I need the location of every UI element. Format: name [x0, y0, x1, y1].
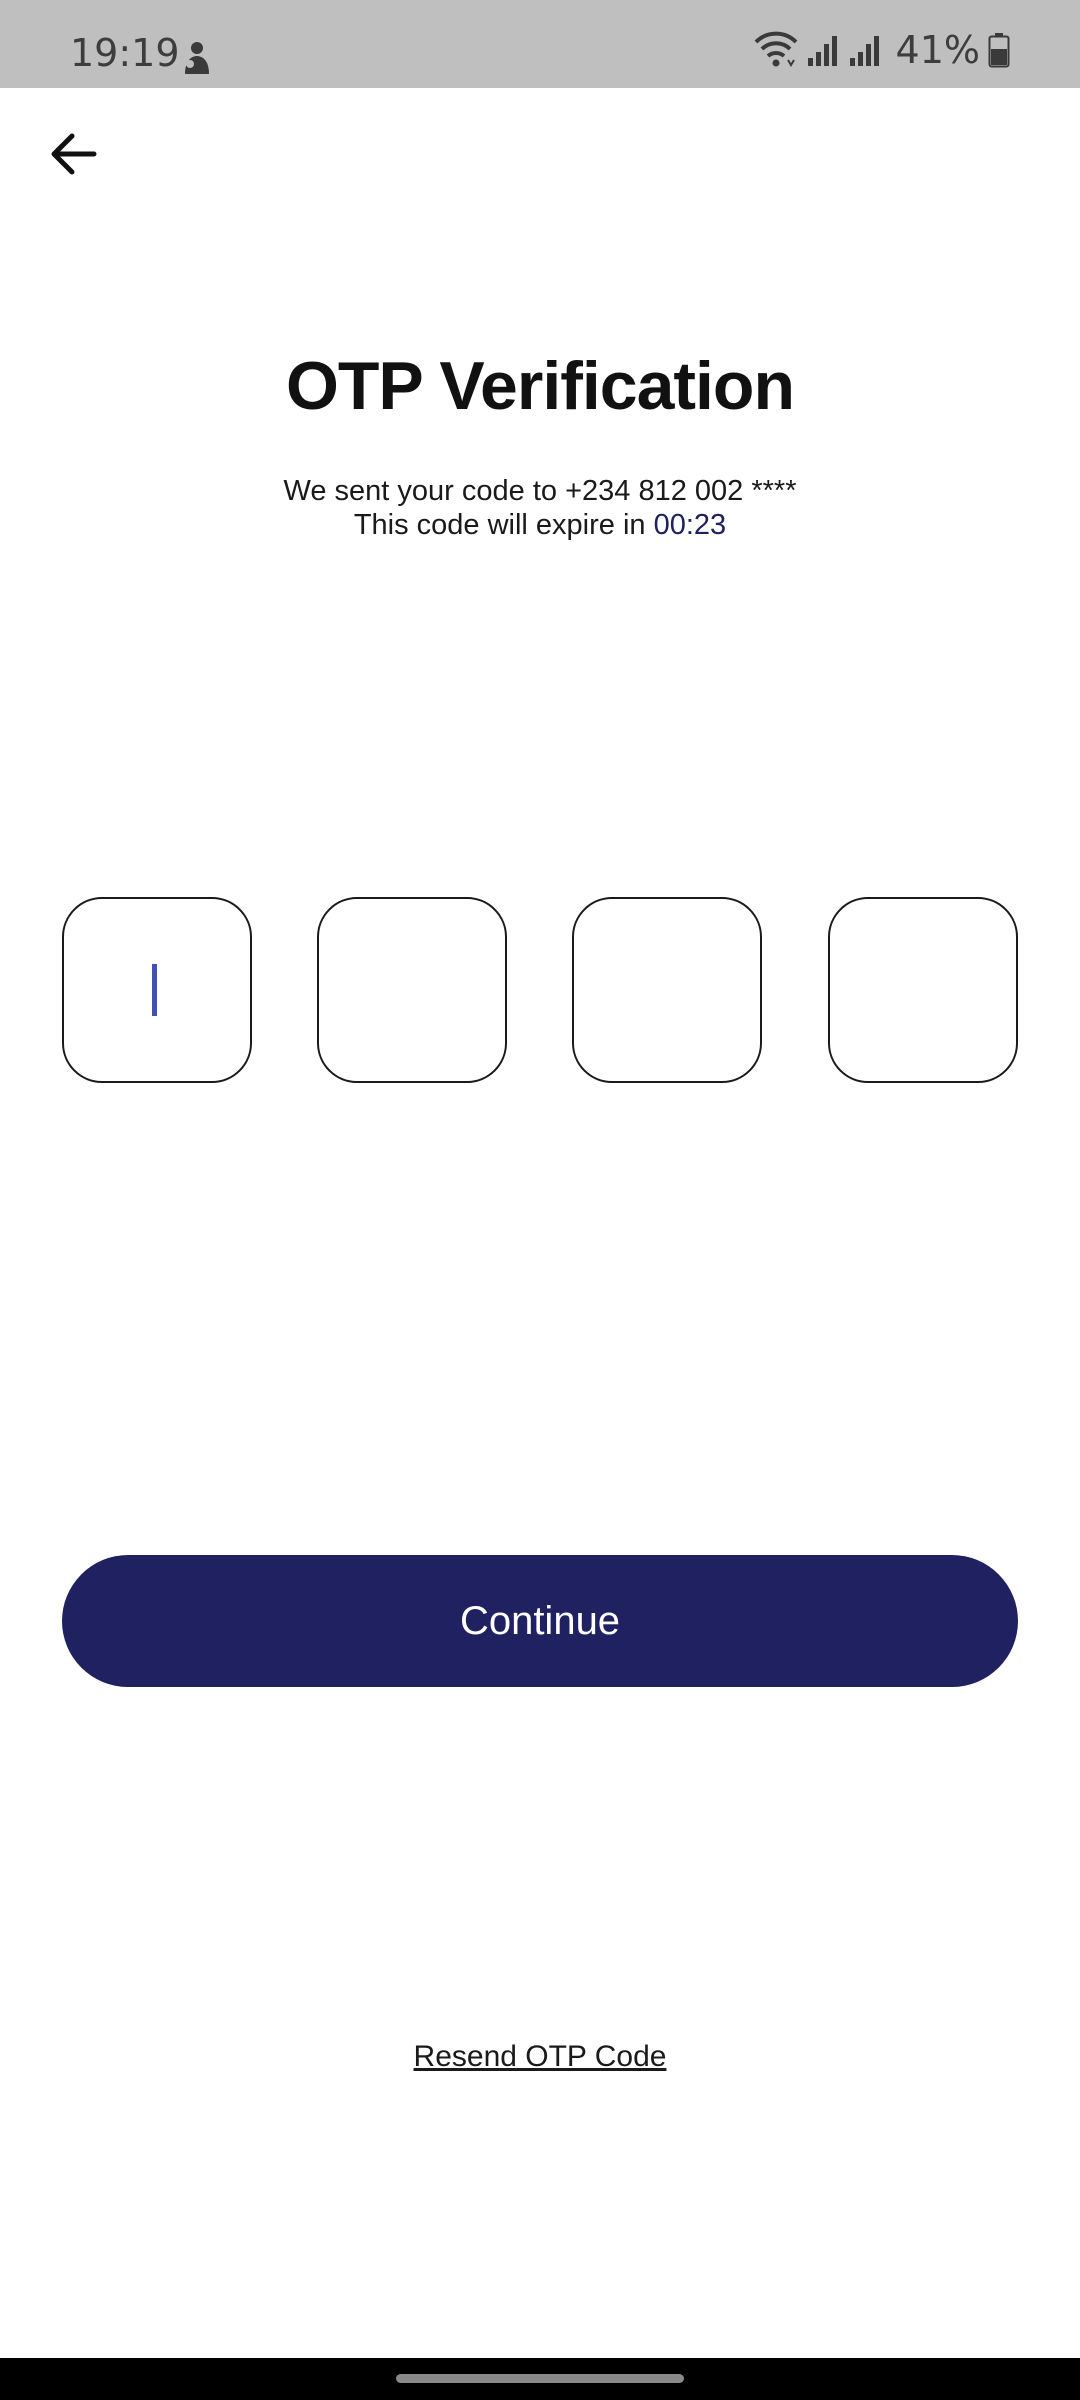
otp-digit-4[interactable] — [828, 897, 1018, 1083]
countdown-timer: 00:23 — [653, 509, 727, 541]
expire-label: This code will expire in — [353, 509, 654, 541]
signal-icon — [806, 32, 840, 68]
signal-icon — [848, 32, 882, 68]
subtitle: We sent your code to +234 812 002 **** T… — [0, 474, 1080, 542]
otp-input-group — [62, 897, 1018, 1083]
navigation-bar — [0, 2358, 1080, 2400]
page-title: OTP Verification — [285, 348, 795, 424]
home-indicator[interactable] — [396, 2374, 684, 2383]
continue-button-label: Continue — [459, 1598, 621, 1643]
wifi-icon — [754, 30, 798, 70]
status-time: 19:19 — [70, 31, 180, 75]
status-bar: 19:19 41% — [0, 0, 1080, 88]
arrow-left-icon — [50, 132, 98, 181]
text-cursor — [152, 964, 157, 1016]
status-icons: 41% — [754, 28, 1010, 72]
battery-percent: 41% — [895, 28, 980, 72]
resend-otp-link[interactable]: Resend OTP Code — [0, 2040, 1080, 2074]
person-icon — [180, 40, 214, 76]
back-button[interactable] — [44, 126, 104, 186]
sent-code-text: We sent your code to +234 812 002 **** — [283, 475, 797, 507]
continue-button[interactable]: Continue — [62, 1555, 1018, 1687]
otp-digit-3[interactable] — [572, 897, 762, 1083]
battery-icon — [988, 32, 1010, 68]
otp-digit-1[interactable] — [62, 897, 252, 1083]
otp-digit-2[interactable] — [317, 897, 507, 1083]
expire-text: This code will expire in 00:23 — [0, 508, 1080, 542]
